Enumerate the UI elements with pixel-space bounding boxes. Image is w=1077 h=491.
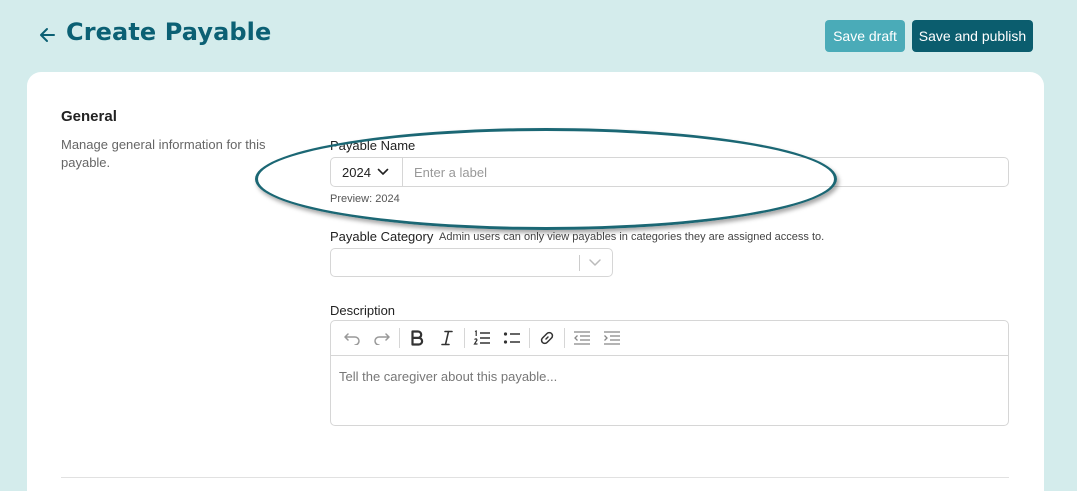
section-description: Manage general information for this paya… [61, 137, 266, 170]
page-title: Create Payable [66, 18, 272, 46]
bullet-list-icon[interactable] [497, 326, 527, 350]
ordered-list-icon[interactable] [467, 326, 497, 350]
italic-icon[interactable] [432, 326, 462, 350]
payable-name-field: 2024 [330, 157, 1009, 187]
indent-icon[interactable] [597, 326, 627, 350]
year-select[interactable]: 2024 [331, 158, 403, 186]
save-and-publish-button[interactable]: Save and publish [912, 20, 1033, 52]
save-draft-button[interactable]: Save draft [825, 20, 905, 52]
payable-name-input[interactable] [403, 158, 1008, 186]
toolbar-divider [464, 328, 465, 348]
chevron-down-icon [377, 168, 389, 175]
select-separator [579, 255, 580, 271]
description-textarea[interactable]: Tell the caregiver about this payable... [331, 356, 1008, 397]
name-preview: Preview: 2024 [330, 193, 400, 205]
payable-category-select[interactable] [330, 248, 613, 277]
undo-icon[interactable] [337, 326, 367, 350]
page-header: Create Payable Save draft Save and publi… [0, 0, 1077, 72]
outdent-icon[interactable] [567, 326, 597, 350]
back-arrow-icon[interactable] [38, 24, 58, 46]
payable-category-hint: Admin users can only view payables in ca… [439, 231, 825, 243]
bold-icon[interactable] [402, 326, 432, 350]
section-title: General [61, 108, 117, 125]
form-card: General Manage general information for t… [27, 72, 1044, 491]
link-icon[interactable] [532, 326, 562, 350]
description-editor: Tell the caregiver about this payable... [330, 320, 1009, 426]
toolbar-divider [399, 328, 400, 348]
redo-icon[interactable] [367, 326, 397, 350]
section-divider [61, 477, 1009, 478]
editor-toolbar [331, 321, 1008, 356]
year-select-value: 2024 [342, 164, 371, 180]
description-label: Description [330, 303, 396, 318]
toolbar-divider [564, 328, 565, 348]
payable-category-label: Payable Category [330, 229, 434, 244]
payable-name-label: Payable Name [330, 138, 416, 153]
toolbar-divider [529, 328, 530, 348]
chevron-down-icon[interactable] [588, 258, 602, 267]
